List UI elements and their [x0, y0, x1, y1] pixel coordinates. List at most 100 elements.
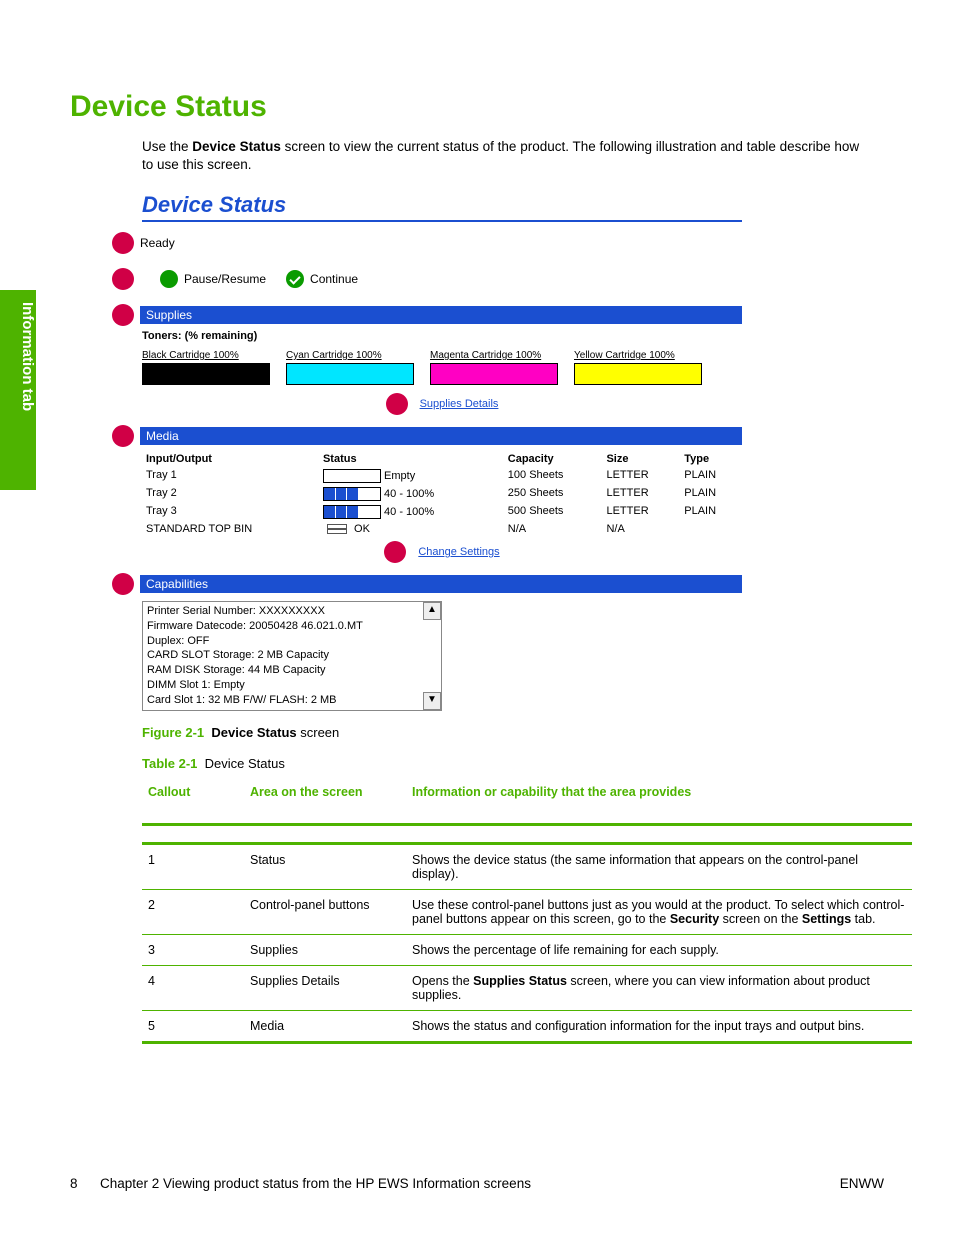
continue-icon	[286, 270, 304, 288]
supplies-details-link[interactable]: Supplies Details	[420, 398, 499, 410]
toner-cyan-swatch	[286, 363, 414, 385]
m2-sz: LETTER	[602, 485, 680, 503]
media-bar: Media	[140, 427, 742, 445]
mh-size: Size	[602, 451, 680, 467]
r1i: Shows the device status (the same inform…	[406, 843, 912, 889]
callout-marker-7	[112, 573, 134, 595]
callout-marker-5	[112, 425, 134, 447]
toner-magenta: Magenta Cartridge 100%	[430, 350, 558, 385]
table-number: Table 2-1	[142, 756, 197, 771]
toner-yellow: Yellow Cartridge 100%	[574, 350, 702, 385]
intro-bold: Device Status	[192, 139, 281, 154]
m3-st-text: 40 - 100%	[384, 506, 434, 518]
callouts-table: Callout Area on the screen Information o…	[142, 777, 912, 1044]
pause-icon	[160, 270, 178, 288]
media-header-tr: Input/Output Status Capacity Size Type	[142, 451, 742, 467]
toner-black-swatch	[142, 363, 270, 385]
th-info: Information or capability that the area …	[406, 777, 912, 807]
continue-button[interactable]: Continue	[286, 270, 358, 288]
table-caption: Table 2-1 Device Status	[142, 756, 884, 771]
footer-chapter: Chapter 2 Viewing product status from th…	[100, 1176, 840, 1191]
page-number: 8	[70, 1176, 100, 1191]
change-settings-link[interactable]: Change Settings	[418, 546, 499, 558]
cap-l6: DIMM Slot 1: Empty	[147, 678, 437, 693]
scroll-down-icon[interactable]: ▼	[423, 692, 441, 710]
m3-status: 40 - 100%	[319, 503, 504, 521]
r2i-post: tab.	[851, 912, 875, 926]
mh-io: Input/Output	[142, 451, 319, 467]
r2c: 2	[142, 889, 244, 934]
toner-black-label: Black Cartridge 100%	[142, 350, 270, 361]
m1-cap: 100 Sheets	[504, 467, 603, 485]
toner-cyan: Cyan Cartridge 100%	[286, 350, 414, 385]
r5c: 5	[142, 1010, 244, 1042]
r2i-b2: Settings	[802, 912, 851, 926]
m2-cap: 250 Sheets	[504, 485, 603, 503]
r1a: Status	[244, 843, 406, 889]
r2a: Control-panel buttons	[244, 889, 406, 934]
figure-screenshot: Device Status Ready Pause/Resume Continu…	[142, 192, 742, 711]
toners-subheading: Toners: (% remaining)	[142, 330, 742, 342]
cap-l1: Printer Serial Number: XXXXXXXXX	[147, 604, 437, 619]
r3i: Shows the percentage of life remaining f…	[406, 934, 912, 965]
media-row-3: Tray 3 40 - 100% 500 Sheets LETTER PLAIN	[142, 503, 742, 521]
toner-magenta-label: Magenta Cartridge 100%	[430, 350, 558, 361]
callout-marker-3	[112, 304, 134, 326]
gauge-fill-icon	[323, 505, 381, 519]
m1-status: Empty	[319, 467, 504, 485]
toner-yellow-label: Yellow Cartridge 100%	[574, 350, 702, 361]
m2-st-text: 40 - 100%	[384, 488, 434, 500]
th-callout: Callout	[142, 777, 244, 807]
m3-ty: PLAIN	[680, 503, 742, 521]
capabilities-bar: Capabilities	[140, 575, 742, 593]
ds-title: Device Status	[142, 192, 742, 222]
th-area: Area on the screen	[244, 777, 406, 807]
figure-bold: Device Status	[211, 725, 296, 740]
toner-cyan-label: Cyan Cartridge 100%	[286, 350, 414, 361]
m1-st-text: Empty	[384, 470, 415, 482]
gauge-empty-icon	[323, 469, 381, 483]
cap-l7: Card Slot 1: 32 MB F/W/ FLASH: 2 MB	[147, 693, 437, 708]
capabilities-box: ▲ Printer Serial Number: XXXXXXXXX Firmw…	[142, 601, 442, 711]
r4i-b: Supplies Status	[473, 974, 567, 988]
callout-marker-2	[112, 268, 134, 290]
page-title: Device Status	[70, 90, 884, 124]
intro-paragraph: Use the Device Status screen to view the…	[142, 138, 874, 174]
toner-magenta-swatch	[430, 363, 558, 385]
r4i: Opens the Supplies Status screen, where …	[406, 965, 912, 1010]
m3-cap: 500 Sheets	[504, 503, 603, 521]
supplies-bar: Supplies	[140, 306, 742, 324]
media-header-row: Media	[112, 425, 742, 447]
callouts-head-row: Callout Area on the screen Information o…	[142, 777, 912, 807]
toners-sub-text: Toners: (% remaining)	[142, 330, 257, 342]
r2i-b1: Security	[670, 912, 719, 926]
r4c: 4	[142, 965, 244, 1010]
intro-pre: Use the	[142, 139, 192, 154]
callouts-row-5: 5 Media Shows the status and configurati…	[142, 1010, 912, 1042]
figure-number: Figure 2-1	[142, 725, 204, 740]
m1-io: Tray 1	[142, 467, 319, 485]
pause-resume-button[interactable]: Pause/Resume	[160, 270, 266, 288]
media-table: Input/Output Status Capacity Size Type T…	[142, 451, 742, 537]
m4-ty	[680, 521, 742, 537]
status-text: Ready	[140, 236, 175, 250]
mh-type: Type	[680, 451, 742, 467]
r2i: Use these control-panel buttons just as …	[406, 889, 912, 934]
continue-label: Continue	[310, 272, 358, 286]
m4-st-text: OK	[354, 523, 370, 535]
bin-icon	[323, 524, 351, 534]
figure-caption: Figure 2-1 Device Status screen	[142, 725, 884, 740]
media-row-1: Tray 1 Empty 100 Sheets LETTER PLAIN	[142, 467, 742, 485]
r5i: Shows the status and configuration infor…	[406, 1010, 912, 1042]
mh-status: Status	[319, 451, 504, 467]
cap-l3: Duplex: OFF	[147, 634, 437, 649]
r4i-pre: Opens the	[412, 974, 473, 988]
callouts-row-4: 4 Supplies Details Opens the Supplies St…	[142, 965, 912, 1010]
r5a: Media	[244, 1010, 406, 1042]
r2i-mid: screen on the	[719, 912, 802, 926]
m3-sz: LETTER	[602, 503, 680, 521]
scroll-up-icon[interactable]: ▲	[423, 602, 441, 620]
m1-sz: LETTER	[602, 467, 680, 485]
m4-io: STANDARD TOP BIN	[142, 521, 319, 537]
change-settings-row: Change Settings	[142, 541, 742, 563]
